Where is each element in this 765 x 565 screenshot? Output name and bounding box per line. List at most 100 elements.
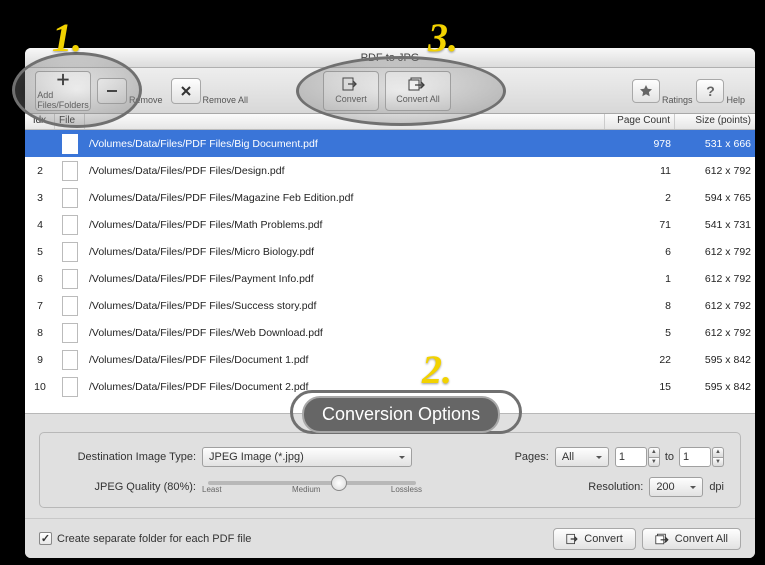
row-pages: 15: [605, 381, 675, 393]
convert-label: Convert: [335, 94, 367, 104]
table-row[interactable]: 4/Volumes/Data/Files/PDF Files/Math Prob…: [25, 211, 755, 238]
row-size: 594 x 765: [675, 192, 755, 204]
table-row[interactable]: 6/Volumes/Data/Files/PDF Files/Payment I…: [25, 265, 755, 292]
row-thumbnail: [55, 269, 85, 289]
pages-label: Pages:: [515, 451, 549, 463]
ratings-button[interactable]: [632, 79, 660, 103]
resolution-select[interactable]: 200: [649, 477, 703, 497]
row-path: /Volumes/Data/Files/PDF Files/Payment In…: [85, 273, 605, 285]
row-path: /Volumes/Data/Files/PDF Files/Design.pdf: [85, 165, 605, 177]
row-index: 5: [25, 246, 55, 258]
row-thumbnail: [55, 161, 85, 181]
table-row[interactable]: 7/Volumes/Data/Files/PDF Files/Success s…: [25, 292, 755, 319]
row-path: /Volumes/Data/Files/PDF Files/Web Downlo…: [85, 327, 605, 339]
row-size: 531 x 666: [675, 138, 755, 150]
slider-medium: Medium: [292, 485, 320, 494]
row-path: /Volumes/Data/Files/PDF Files/Document 1…: [85, 354, 605, 366]
resolution-unit: dpi: [709, 481, 724, 493]
row-thumbnail: [55, 242, 85, 262]
row-thumbnail: [55, 134, 85, 154]
help-button[interactable]: ?: [696, 79, 724, 103]
row-path: /Volumes/Data/Files/PDF Files/Math Probl…: [85, 219, 605, 231]
convert-all-button[interactable]: Convert All: [385, 71, 451, 111]
plus-icon: [55, 72, 71, 87]
x-icon: [180, 85, 192, 97]
convert-all-label: Convert All: [396, 94, 440, 104]
row-pages: 8: [605, 300, 675, 312]
row-pages: 1: [605, 273, 675, 285]
row-thumbnail: [55, 215, 85, 235]
table-row[interactable]: /Volumes/Data/Files/PDF Files/Big Docume…: [25, 130, 755, 157]
col-pages[interactable]: Page Count: [605, 114, 675, 129]
quality-slider[interactable]: [208, 481, 416, 485]
quality-label: JPEG Quality (80%):: [56, 481, 196, 493]
footer: Create separate folder for each PDF file…: [25, 518, 755, 558]
col-idx[interactable]: Idx: [25, 114, 55, 129]
toolbar: Add Files/Folders Remove Remove All Conv…: [25, 68, 755, 114]
row-pages: 71: [605, 219, 675, 231]
row-thumbnail: [55, 350, 85, 370]
remove-label: Remove: [129, 95, 163, 105]
table-row[interactable]: 8/Volumes/Data/Files/PDF Files/Web Downl…: [25, 319, 755, 346]
remove-button[interactable]: [97, 78, 127, 104]
add-files-button[interactable]: Add Files/Folders: [35, 71, 91, 111]
dest-type-select[interactable]: JPEG Image (*.jpg): [202, 447, 412, 467]
row-index: 2: [25, 165, 55, 177]
row-pages: 2: [605, 192, 675, 204]
app-window: PDF to JPG Add Files/Folders Remove Remo…: [25, 48, 755, 558]
separate-folder-label: Create separate folder for each PDF file: [57, 533, 251, 545]
row-pages: 11: [605, 165, 675, 177]
resolution-label: Resolution:: [588, 481, 643, 493]
pages-select[interactable]: All: [555, 447, 609, 467]
table-row[interactable]: 3/Volumes/Data/Files/PDF Files/Magazine …: [25, 184, 755, 211]
row-size: 541 x 731: [675, 219, 755, 231]
options-panel: Destination Image Type: JPEG Image (*.jp…: [25, 413, 755, 518]
col-file[interactable]: File: [55, 114, 85, 129]
row-size: 612 x 792: [675, 300, 755, 312]
star-icon: [639, 84, 653, 98]
pages-to-input[interactable]: 1: [679, 447, 711, 467]
row-thumbnail: [55, 323, 85, 343]
convert-button[interactable]: Convert: [323, 71, 379, 111]
row-pages: 22: [605, 354, 675, 366]
dest-type-label: Destination Image Type:: [56, 451, 196, 463]
pages-from-stepper[interactable]: ▲▼: [648, 447, 660, 467]
col-path[interactable]: [85, 114, 605, 129]
row-index: 7: [25, 300, 55, 312]
footer-convert-button[interactable]: Convert: [553, 528, 636, 550]
row-index: 8: [25, 327, 55, 339]
minus-icon: [106, 85, 118, 97]
row-index: 4: [25, 219, 55, 231]
row-path: /Volumes/Data/Files/PDF Files/Big Docume…: [85, 138, 605, 150]
row-index: 3: [25, 192, 55, 204]
convert-icon: [342, 77, 360, 91]
row-path: /Volumes/Data/Files/PDF Files/Magazine F…: [85, 192, 605, 204]
pages-to-stepper[interactable]: ▲▼: [712, 447, 724, 467]
slider-lossless: Lossless: [391, 485, 422, 494]
table-row[interactable]: 10/Volumes/Data/Files/PDF Files/Document…: [25, 373, 755, 400]
row-pages: 5: [605, 327, 675, 339]
row-thumbnail: [55, 377, 85, 397]
help-label: Help: [726, 95, 745, 105]
row-thumbnail: [55, 296, 85, 316]
table-row[interactable]: 9/Volumes/Data/Files/PDF Files/Document …: [25, 346, 755, 373]
footer-convert-all-button[interactable]: Convert All: [642, 528, 741, 550]
row-size: 612 x 792: [675, 327, 755, 339]
row-index: 10: [25, 381, 55, 393]
table-row[interactable]: 5/Volumes/Data/Files/PDF Files/Micro Bio…: [25, 238, 755, 265]
file-list: /Volumes/Data/Files/PDF Files/Big Docume…: [25, 130, 755, 413]
convert-all-icon: [655, 533, 671, 545]
col-size[interactable]: Size (points): [675, 114, 755, 129]
remove-all-button[interactable]: [171, 78, 201, 104]
row-thumbnail: [55, 188, 85, 208]
pages-from-input[interactable]: 1: [615, 447, 647, 467]
separate-folder-checkbox[interactable]: [39, 532, 52, 545]
row-size: 595 x 842: [675, 381, 755, 393]
row-index: 6: [25, 273, 55, 285]
row-pages: 978: [605, 138, 675, 150]
table-header: Idx File Page Count Size (points): [25, 114, 755, 130]
titlebar: PDF to JPG: [25, 48, 755, 68]
row-size: 595 x 842: [675, 354, 755, 366]
table-row[interactable]: 2/Volumes/Data/Files/PDF Files/Design.pd…: [25, 157, 755, 184]
row-size: 612 x 792: [675, 165, 755, 177]
